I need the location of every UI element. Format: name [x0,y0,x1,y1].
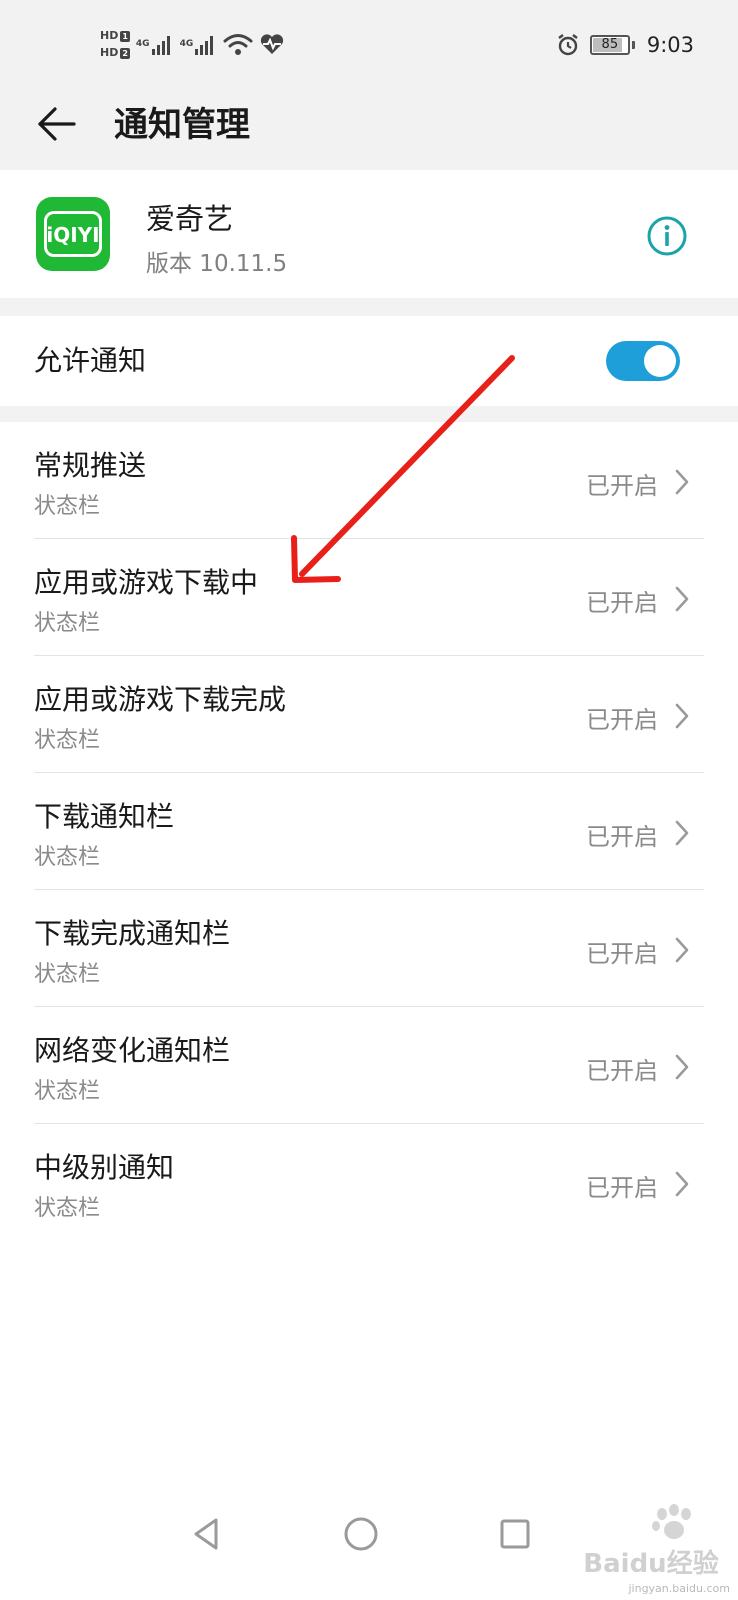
app-info-card: iQIYI 爱奇艺 版本 10.11.5 [0,170,738,298]
battery-level-text: 85 [601,37,619,52]
battery-icon: 85 [589,35,630,55]
info-icon [647,216,687,256]
chevron-right-icon [675,820,689,846]
app-bar: 通知管理 [0,82,738,168]
channel-status: 已开启 [586,1057,658,1085]
app-info-button[interactable] [645,214,689,258]
hd-indicator-sim1: HD 1 [100,29,130,42]
channel-status: 已开启 [586,940,658,968]
channel-status: 已开启 [586,589,658,617]
hd-indicator-sim2: HD 2 [100,46,130,59]
app-name: 爱奇艺 [146,202,234,236]
back-triangle-icon [194,1518,218,1550]
svg-text:Baidu经验: Baidu经验 [583,1548,718,1579]
channel-row[interactable]: 下载通知栏状态栏 已开启 [0,773,738,890]
channel-subtitle: 状态栏 [34,845,101,870]
back-arrow-icon [38,107,76,141]
chevron-right-icon [675,1054,689,1080]
channel-status: 已开启 [586,706,658,734]
allow-notifications-label: 允许通知 [34,344,147,377]
signal-sim2: 4G [180,33,218,55]
channel-title: 应用或游戏下载中 [34,566,259,599]
home-circle-icon [344,1517,378,1551]
heart-rate-icon [261,34,284,54]
status-bar: HD 1 HD 2 4G 4G 85 9:03 [0,0,738,82]
wifi-icon [223,34,253,55]
alarm-icon [558,34,578,56]
channel-title: 中级别通知 [34,1151,175,1184]
baidu-jingyan-watermark: Baidu经验 [583,1504,719,1579]
signal-sim1: 4G [136,33,174,55]
svg-text:iQIYI: iQIYI [48,223,98,247]
nav-home-button[interactable] [333,1506,389,1562]
network-type-sim1: 4G [135,39,150,49]
channel-title: 下载通知栏 [34,800,175,833]
status-right-group: 85 9:03 [556,28,694,62]
channel-row[interactable]: 下载完成通知栏状态栏 已开启 [0,890,738,1007]
app-version: 版本 10.11.5 [146,251,288,277]
channel-status: 已开启 [586,472,658,500]
channel-subtitle: 状态栏 [34,1196,101,1221]
channel-subtitle: 状态栏 [34,1079,101,1104]
nav-back-button[interactable] [178,1506,234,1562]
app-logo-frame: iQIYI [44,211,102,257]
channel-row[interactable]: 应用或游戏下载完成状态栏 已开启 [0,656,738,773]
status-left-group: HD 1 HD 2 4G 4G [100,22,285,66]
hd-indicators: HD 1 HD 2 [100,29,130,59]
back-button[interactable] [30,98,82,150]
channel-row[interactable]: 常规推送状态栏 已开启 [0,422,738,539]
signal-icon [151,36,170,55]
channel-row[interactable]: 网络变化通知栏状态栏 已开启 [0,1007,738,1124]
channel-status: 已开启 [586,1174,658,1202]
channel-status: 已开启 [586,823,658,851]
toggle-knob [644,345,676,377]
channel-subtitle: 状态栏 [34,611,101,636]
status-clock: 9:03 [646,33,694,57]
chevron-right-icon [675,937,689,963]
channel-subtitle: 状态栏 [34,962,101,987]
channel-row[interactable]: 应用或游戏下载中状态栏 已开启 [0,539,738,656]
battery-nub [631,41,635,49]
channel-subtitle: 状态栏 [34,494,101,519]
chevron-right-icon [675,586,689,612]
notification-channel-list: 常规推送 状态栏 已开启 应用或游戏下载中 状态栏 已开启 应用或游戏下载完成 状态栏 已开启下… [0,422,738,1480]
notification-settings-screen: HD 1 HD 2 4G 4G 85 9:03 通知管理 iQIYI 爱奇艺 版… [0,0,738,1600]
signal-icon [195,36,214,55]
chevron-right-icon [675,469,689,495]
allow-notifications-row: 允许通知 [0,316,738,406]
channel-title: 下载完成通知栏 [34,917,231,950]
recents-square-icon [500,1519,530,1549]
channel-row[interactable]: 中级别通知状态栏 已开启 [0,1124,738,1241]
page-title: 通知管理 [114,105,250,145]
nav-recents-button[interactable] [487,1506,543,1562]
allow-notifications-toggle[interactable] [606,341,680,381]
network-type-sim2: 4G [179,39,194,49]
app-logo: iQIYI [36,197,110,271]
watermark-url: jingyan.baidu.com [628,1582,730,1595]
iqiyi-logo-glyph: iQIYI [48,223,98,247]
channel-title: 常规推送 [34,449,147,482]
channel-subtitle: 状态栏 [34,728,101,753]
channel-title: 网络变化通知栏 [34,1034,231,1067]
channel-title: 应用或游戏下载完成 [34,683,287,716]
chevron-right-icon [675,703,689,729]
chevron-right-icon [675,1171,689,1197]
